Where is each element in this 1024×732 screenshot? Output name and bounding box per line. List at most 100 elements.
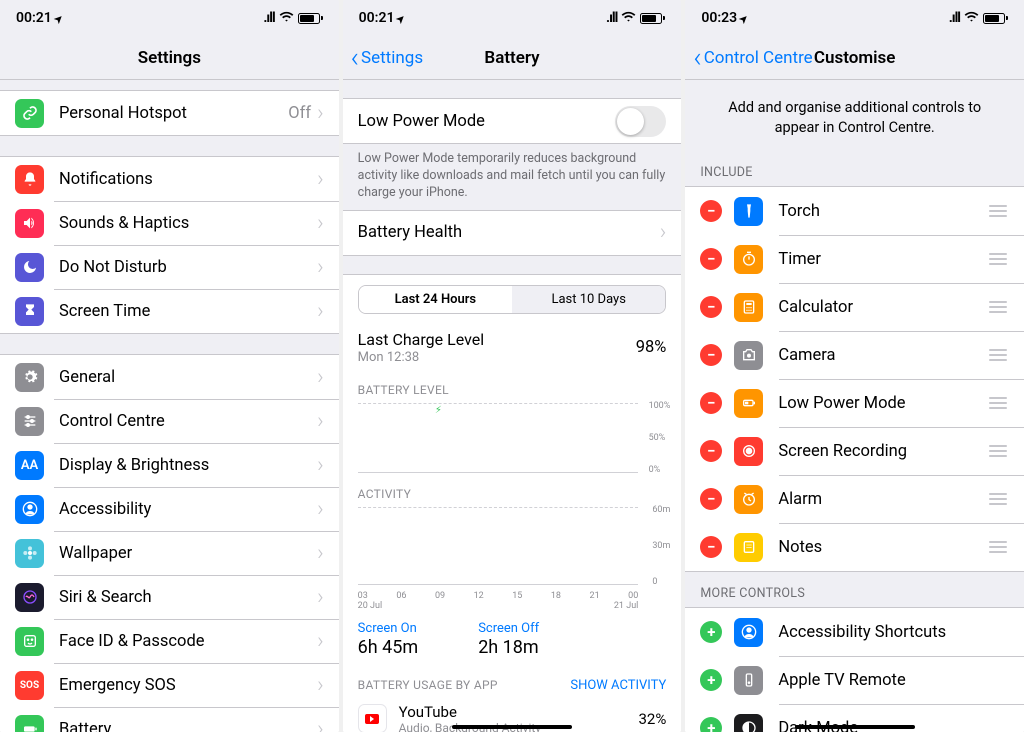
settings-row[interactable]: AADisplay & Brightness (0, 443, 339, 487)
chevron-icon (317, 497, 324, 522)
control-row: Calculator (685, 283, 1024, 331)
location-icon (55, 10, 63, 26)
settings-row[interactable]: Control Centre (0, 399, 339, 443)
control-row: Camera (685, 331, 1024, 379)
status-bar: 00:23 (685, 0, 1024, 36)
speaker-icon (15, 209, 44, 238)
include-list: TorchTimerCalculatorCameraLow Power Mode… (685, 186, 1024, 572)
settings-row[interactable]: SOSEmergency SOS (0, 663, 339, 707)
location-icon (397, 10, 405, 26)
lpm-icon (734, 389, 763, 418)
reorder-grip[interactable] (987, 445, 1009, 457)
add-button[interactable] (700, 669, 722, 691)
cellular-icon (263, 10, 274, 26)
reorder-grip[interactable] (987, 349, 1009, 361)
chevron-icon (317, 365, 324, 390)
settings-row[interactable]: Personal HotspotOff (0, 91, 339, 135)
remove-button[interactable] (700, 488, 722, 510)
battery-content[interactable]: Low Power Mode Low Power Mode temporaril… (343, 80, 682, 732)
nav-bar: Settings (0, 36, 339, 80)
remove-button[interactable] (700, 200, 722, 222)
settings-row[interactable]: Accessibility (0, 487, 339, 531)
remove-button[interactable] (700, 344, 722, 366)
bell-icon (15, 165, 44, 194)
settings-row[interactable]: Wallpaper (0, 531, 339, 575)
settings-list[interactable]: Personal HotspotOff NotificationsSounds &… (0, 80, 339, 732)
settings-row[interactable]: Battery (0, 707, 339, 732)
settings-row[interactable]: Siri & Search (0, 575, 339, 619)
show-activity-button[interactable]: SHOW ACTIVITY (570, 678, 666, 693)
chevron-icon (317, 717, 324, 732)
sos-icon: SOS (15, 671, 44, 700)
seg-24h[interactable]: Last 24 Hours (359, 286, 512, 313)
low-power-mode-toggle[interactable] (615, 106, 666, 137)
remove-button[interactable] (700, 536, 722, 558)
lpm-description: Low Power Mode temporarily reduces backg… (343, 144, 682, 210)
back-button[interactable]: Settings (351, 44, 423, 72)
intro-text: Add and organise additional controls to … (685, 80, 1024, 151)
add-button[interactable] (700, 717, 722, 732)
remove-button[interactable] (700, 296, 722, 318)
settings-row[interactable]: Sounds & Haptics (0, 201, 339, 245)
home-indicator[interactable] (795, 725, 915, 729)
screen-time-stats: Screen On6h 45m Screen Off2h 18m (343, 613, 682, 668)
reorder-grip[interactable] (987, 301, 1009, 313)
battery-icon (640, 13, 665, 24)
customise-content[interactable]: Add and organise additional controls to … (685, 80, 1024, 732)
include-header: INCLUDE (685, 151, 1024, 186)
control-row: Apple TV Remote (685, 656, 1024, 704)
settings-row[interactable]: General (0, 355, 339, 399)
siri-icon (15, 583, 44, 612)
add-button[interactable] (700, 621, 722, 643)
wifi-icon (279, 9, 294, 28)
chevron-icon (317, 585, 324, 610)
reorder-grip[interactable] (987, 493, 1009, 505)
link-icon (15, 99, 44, 128)
settings-row[interactable]: Notifications (0, 157, 339, 201)
control-row: Low Power Mode (685, 379, 1024, 427)
chevron-icon (317, 453, 324, 478)
back-button[interactable]: Control Centre (693, 44, 812, 72)
reorder-grip[interactable] (987, 541, 1009, 553)
battery-health-row[interactable]: Battery Health (343, 211, 682, 255)
camera-icon (734, 341, 763, 370)
control-row: Alarm (685, 475, 1024, 523)
control-row: Screen Recording (685, 427, 1024, 475)
dark-icon (734, 714, 763, 732)
gear-icon (15, 363, 44, 392)
settings-row[interactable]: Screen Time (0, 289, 339, 333)
status-time: 00:21 (16, 10, 52, 26)
timer-icon (734, 245, 763, 274)
control-row: Timer (685, 235, 1024, 283)
remove-button[interactable] (700, 440, 722, 462)
chevron-icon (317, 101, 324, 126)
location-icon (740, 10, 748, 26)
more-header: MORE CONTROLS (685, 572, 1024, 607)
time-range-segmented[interactable]: Last 24 Hours Last 10 Days (358, 285, 667, 314)
settings-row[interactable]: Do Not Disturb (0, 245, 339, 289)
home-indicator[interactable] (452, 725, 572, 729)
usage-header: BATTERY USAGE BY APPSHOW ACTIVITY (343, 668, 682, 697)
settings-row[interactable]: Face ID & Passcode (0, 619, 339, 663)
remove-button[interactable] (700, 248, 722, 270)
person-icon (734, 618, 763, 647)
more-list: Accessibility ShortcutsApple TV RemoteDa… (685, 607, 1024, 732)
chevron-icon (317, 299, 324, 324)
seg-10d[interactable]: Last 10 Days (512, 286, 665, 313)
sliders-icon (15, 407, 44, 436)
remove-button[interactable] (700, 392, 722, 414)
reorder-grip[interactable] (987, 397, 1009, 409)
person-icon (15, 495, 44, 524)
flower-icon (15, 539, 44, 568)
calc-icon (734, 293, 763, 322)
cellular-icon (949, 10, 960, 26)
wifi-icon (621, 9, 636, 28)
customise-screen: 00:23 Control Centre Customise Add and o… (685, 0, 1024, 732)
status-time: 00:21 (359, 10, 395, 26)
reorder-grip[interactable] (987, 253, 1009, 265)
control-row: Notes (685, 523, 1024, 571)
battery-screen: 00:21 Settings Battery Low Power Mode Lo… (343, 0, 682, 732)
page-title: Settings (138, 48, 201, 68)
chevron-icon (317, 167, 324, 192)
reorder-grip[interactable] (987, 205, 1009, 217)
